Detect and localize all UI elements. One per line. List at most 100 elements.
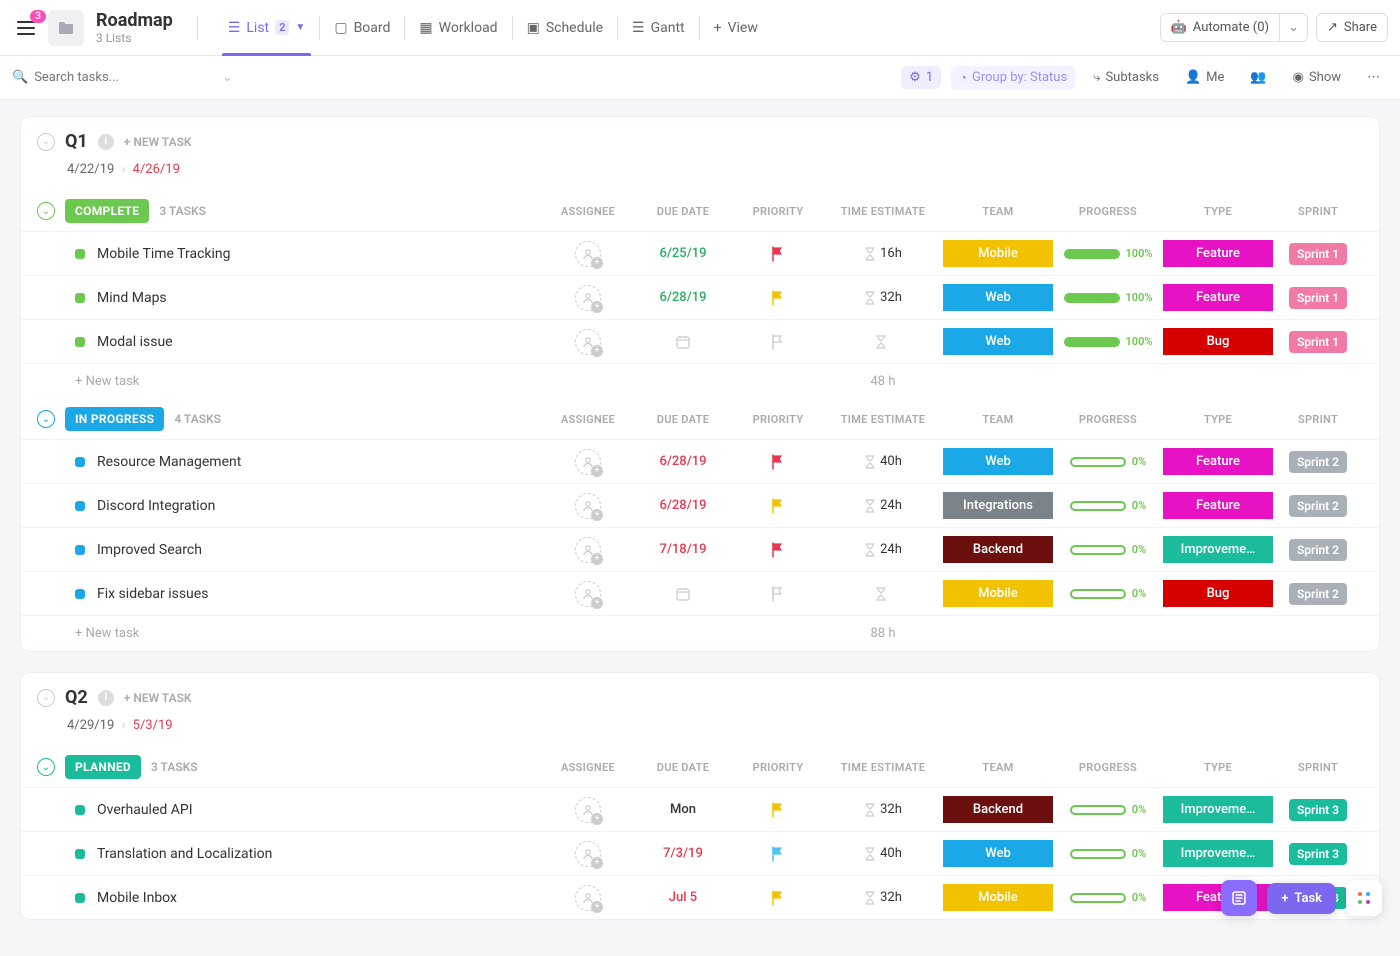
tab-workload[interactable]: ▦Workload xyxy=(405,0,511,56)
collapse-group-button[interactable]: ⌄ xyxy=(37,410,55,428)
automate-dropdown[interactable]: ⌄ xyxy=(1280,13,1308,42)
progress-cell[interactable]: 100% xyxy=(1053,291,1163,304)
assignee-cell[interactable] xyxy=(543,285,633,311)
assignee-cell[interactable] xyxy=(543,885,633,911)
col-due[interactable]: DUE DATE xyxy=(633,205,733,218)
search-dropdown[interactable]: ⌄ xyxy=(222,70,233,85)
folder-icon[interactable] xyxy=(48,10,84,46)
col-time[interactable]: TIME ESTIMATE xyxy=(823,413,943,426)
time-cell[interactable]: 40h xyxy=(823,846,943,861)
menu-button[interactable]: 3 xyxy=(12,14,40,42)
type-tag[interactable]: Feature xyxy=(1163,492,1273,519)
sprint-tag[interactable]: Sprint 3 xyxy=(1273,799,1363,821)
col-progress[interactable]: PROGRESS xyxy=(1053,413,1163,426)
progress-cell[interactable]: 0% xyxy=(1053,847,1163,860)
apps-button[interactable] xyxy=(1346,880,1382,916)
collapse-list-button[interactable]: ⌄ xyxy=(37,689,55,707)
priority-cell[interactable] xyxy=(733,498,823,514)
due-cell[interactable]: 6/28/19 xyxy=(633,290,733,305)
sprint-tag[interactable]: Sprint 1 xyxy=(1273,287,1363,309)
team-tag[interactable]: Integrations xyxy=(943,492,1053,519)
col-sprint[interactable]: SPRINT xyxy=(1273,205,1363,218)
priority-cell[interactable] xyxy=(733,454,823,470)
col-sprint[interactable]: SPRINT xyxy=(1273,413,1363,426)
group-by-button[interactable]: ◔ Group by: Status xyxy=(951,66,1075,90)
task-name[interactable]: Translation and Localization xyxy=(97,846,543,862)
task-name[interactable]: Improved Search xyxy=(97,542,543,558)
col-team[interactable]: TEAM xyxy=(943,761,1053,774)
task-name[interactable]: Mind Maps xyxy=(97,290,543,306)
tab-board[interactable]: ▢Board xyxy=(320,0,404,56)
type-tag[interactable]: Improveme… xyxy=(1163,536,1273,563)
task-name[interactable]: Discord Integration xyxy=(97,498,543,514)
status-dot[interactable] xyxy=(75,545,85,555)
new-task-button[interactable]: + NEW TASK xyxy=(124,135,192,149)
task-row[interactable]: Mind Maps 6/28/19 32h Web 100% Feature S… xyxy=(21,275,1379,319)
time-cell[interactable]: 40h xyxy=(823,454,943,469)
info-icon[interactable]: i xyxy=(98,134,114,150)
due-cell[interactable] xyxy=(633,334,733,350)
progress-cell[interactable]: 0% xyxy=(1053,587,1163,600)
task-name[interactable]: Fix sidebar issues xyxy=(97,586,543,602)
col-priority[interactable]: PRIORITY xyxy=(733,761,823,774)
task-name[interactable]: Resource Management xyxy=(97,454,543,470)
task-row[interactable]: Improved Search 7/18/19 24h Backend 0% I… xyxy=(21,527,1379,571)
new-task-inline[interactable]: + New task xyxy=(75,626,139,641)
info-icon[interactable]: i xyxy=(98,690,114,706)
search-input[interactable] xyxy=(34,70,212,85)
assignees-button[interactable]: 👥 xyxy=(1242,66,1274,89)
task-row[interactable]: Translation and Localization 7/3/19 40h … xyxy=(21,831,1379,875)
sprint-tag[interactable]: Sprint 1 xyxy=(1273,331,1363,353)
sprint-tag[interactable]: Sprint 2 xyxy=(1273,451,1363,473)
assignee-cell[interactable] xyxy=(543,241,633,267)
task-row[interactable]: Mobile Time Tracking 6/25/19 16h Mobile … xyxy=(21,231,1379,275)
assignee-cell[interactable] xyxy=(543,537,633,563)
priority-cell[interactable] xyxy=(733,890,823,906)
priority-cell[interactable] xyxy=(733,586,823,602)
col-sprint[interactable]: SPRINT xyxy=(1273,761,1363,774)
new-task-fab[interactable]: + Task xyxy=(1267,883,1336,914)
status-pill[interactable]: IN PROGRESS xyxy=(65,407,164,431)
time-cell[interactable] xyxy=(823,335,943,349)
new-task-inline[interactable]: + New task xyxy=(75,374,139,389)
type-tag[interactable]: Feature xyxy=(1163,240,1273,267)
team-tag[interactable]: Web xyxy=(943,284,1053,311)
time-cell[interactable]: 24h xyxy=(823,498,943,513)
task-name[interactable]: Mobile Inbox xyxy=(97,890,543,906)
collapse-list-button[interactable]: ⌄ xyxy=(37,133,55,151)
show-button[interactable]: ◉ Show xyxy=(1285,66,1349,89)
subtasks-button[interactable]: ⤷ Subtasks xyxy=(1085,66,1167,89)
due-cell[interactable]: 6/28/19 xyxy=(633,498,733,513)
tab-schedule[interactable]: ▣Schedule xyxy=(513,0,617,56)
priority-cell[interactable] xyxy=(733,290,823,306)
progress-cell[interactable]: 0% xyxy=(1053,455,1163,468)
task-row[interactable]: Modal issue Web 100% Bug Sprint 1 xyxy=(21,319,1379,363)
hourglass-icon[interactable] xyxy=(875,335,887,349)
col-type[interactable]: TYPE xyxy=(1163,413,1273,426)
me-button[interactable]: 👤 Me xyxy=(1177,66,1232,89)
assignee-cell[interactable] xyxy=(543,449,633,475)
collapse-group-button[interactable]: ⌄ xyxy=(37,202,55,220)
task-row[interactable]: Mobile Inbox Jul 5 32h Mobile 0% Feature… xyxy=(21,875,1379,919)
task-name[interactable]: Mobile Time Tracking xyxy=(97,246,543,262)
task-name[interactable]: Overhauled API xyxy=(97,802,543,818)
col-type[interactable]: TYPE xyxy=(1163,205,1273,218)
tab-add-view[interactable]: +View xyxy=(700,0,772,56)
sprint-tag[interactable]: Sprint 2 xyxy=(1273,495,1363,517)
priority-cell[interactable] xyxy=(733,334,823,350)
progress-cell[interactable]: 100% xyxy=(1053,335,1163,348)
progress-cell[interactable]: 100% xyxy=(1053,247,1163,260)
tab-gantt[interactable]: ☰Gantt xyxy=(618,0,699,56)
status-dot[interactable] xyxy=(75,249,85,259)
assignee-cell[interactable] xyxy=(543,841,633,867)
col-type[interactable]: TYPE xyxy=(1163,761,1273,774)
due-cell[interactable]: 6/25/19 xyxy=(633,246,733,261)
notepad-button[interactable] xyxy=(1221,880,1257,916)
due-cell[interactable]: Jul 5 xyxy=(633,890,733,905)
time-cell[interactable]: 32h xyxy=(823,890,943,905)
task-row[interactable]: Resource Management 6/28/19 40h Web 0% F… xyxy=(21,439,1379,483)
assignee-cell[interactable] xyxy=(543,581,633,607)
type-tag[interactable]: Feature xyxy=(1163,448,1273,475)
progress-cell[interactable]: 0% xyxy=(1053,803,1163,816)
progress-cell[interactable]: 0% xyxy=(1053,543,1163,556)
